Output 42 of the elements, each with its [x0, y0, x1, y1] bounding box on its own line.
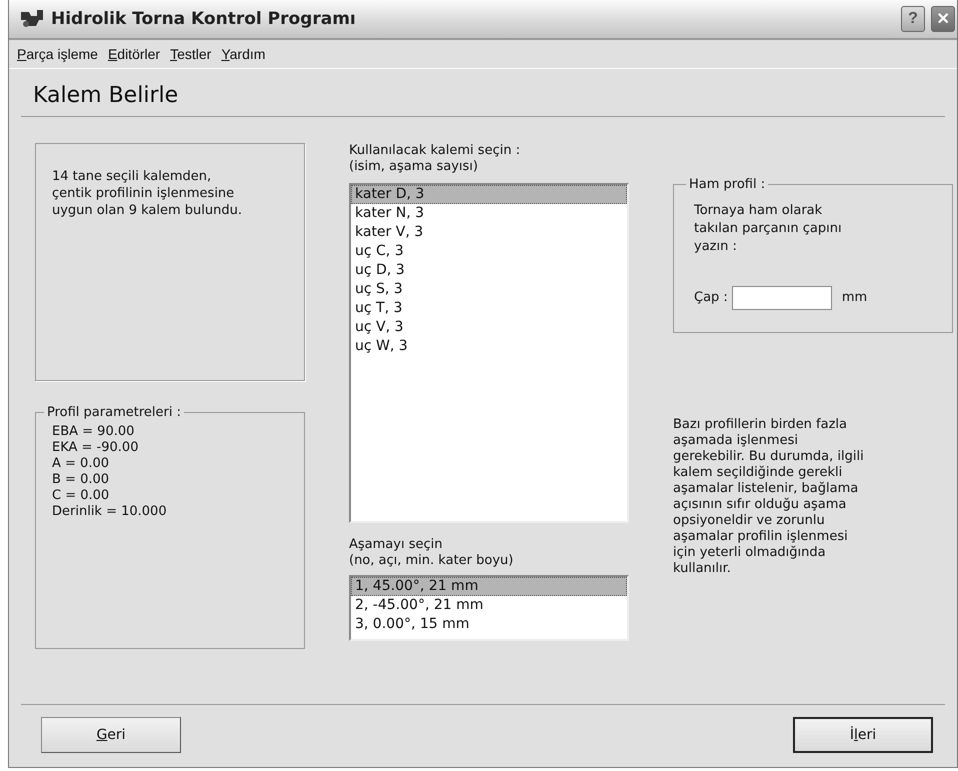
parameter-line: EKA = -90.00	[52, 440, 140, 456]
next-button[interactable]: İleri	[793, 717, 933, 753]
parameter-line: A = 0.00	[52, 456, 110, 472]
help-button[interactable]: ?	[901, 6, 925, 32]
unit-label: mm	[842, 290, 868, 306]
parameter-line: B = 0.00	[52, 472, 110, 488]
list-item[interactable]: kater D, 3	[351, 185, 627, 204]
back-button[interactable]: Geri	[41, 717, 181, 753]
window-title: Hidrolik Torna Kontrol Programı	[51, 9, 357, 29]
list-item[interactable]: uç S, 3	[351, 280, 627, 299]
list-item[interactable]: 1, 45.00°, 21 mm	[351, 577, 627, 596]
list-item[interactable]: uç D, 3	[351, 261, 627, 280]
list-label: Kullanılacak kalemi seçin :	[349, 143, 522, 159]
menu-item[interactable]: Editörler	[108, 46, 160, 62]
list-label: Aşamayı seçin	[349, 537, 444, 553]
close-button[interactable]: ✕	[931, 6, 955, 32]
parameter-line: Derinlik = 10.000	[52, 504, 168, 520]
parameter-line: C = 0.00	[52, 488, 110, 504]
list-item[interactable]: uç C, 3	[351, 242, 627, 261]
list-sublabel: (no, açı, min. kater boyu)	[349, 553, 514, 569]
description-text: Tornaya ham olarak takılan parçanın çapını yazın :	[694, 202, 843, 256]
group-title: Ham profil :	[688, 177, 766, 192]
info-text: 14 tane seçili kalemden, çentik profilinin işlenmesine uygun olan 9 kalem bulundu.	[35, 143, 305, 381]
field-label: Çap :	[694, 290, 728, 306]
tool-list[interactable]: kater D, 3 kater N, 3 kater V, 3 uç C, 3 uç D, 3 uç S, 3 uç T, 3 uç V, 3 uç W, 3	[349, 183, 629, 523]
list-item[interactable]: kater N, 3	[351, 204, 627, 223]
diameter-field[interactable]	[732, 286, 832, 310]
menu-item[interactable]: Parça işleme	[17, 46, 98, 62]
list-item[interactable]: uç W, 3	[351, 337, 627, 356]
help-text: Bazı profillerin birden fazla aşamada işlenmesi gerekebilir. Bu durumda, ilgili kalem seçildiğinde gerekli aşamalar listelenir, bağlama açısının sıfır olduğu aşama opsiyoneldir ve zorunlu aşamalar profilin işlenmesi için yeterli olmadığında kullanılır.	[673, 417, 865, 577]
list-item[interactable]: kater V, 3	[351, 223, 627, 242]
menu-item[interactable]: Testler	[170, 46, 212, 62]
list-item[interactable]: 2, -45.00°, 21 mm	[351, 596, 627, 615]
parameter-line: EBA = 90.00	[52, 424, 136, 440]
group-title: Profil parametreleri :	[46, 405, 182, 420]
stage-list[interactable]: 1, 45.00°, 21 mm 2, -45.00°, 21 mm 3, 0.00°, 15 mm	[349, 575, 629, 641]
list-item[interactable]: uç V, 3	[351, 318, 627, 337]
page-heading: Kalem Belirle	[21, 75, 945, 117]
menu-item[interactable]: Yardım	[221, 46, 266, 62]
list-sublabel: (isim, aşama sayısı)	[349, 159, 479, 175]
list-item[interactable]: 3, 0.00°, 15 mm	[351, 615, 627, 634]
list-item[interactable]: uç T, 3	[351, 299, 627, 318]
